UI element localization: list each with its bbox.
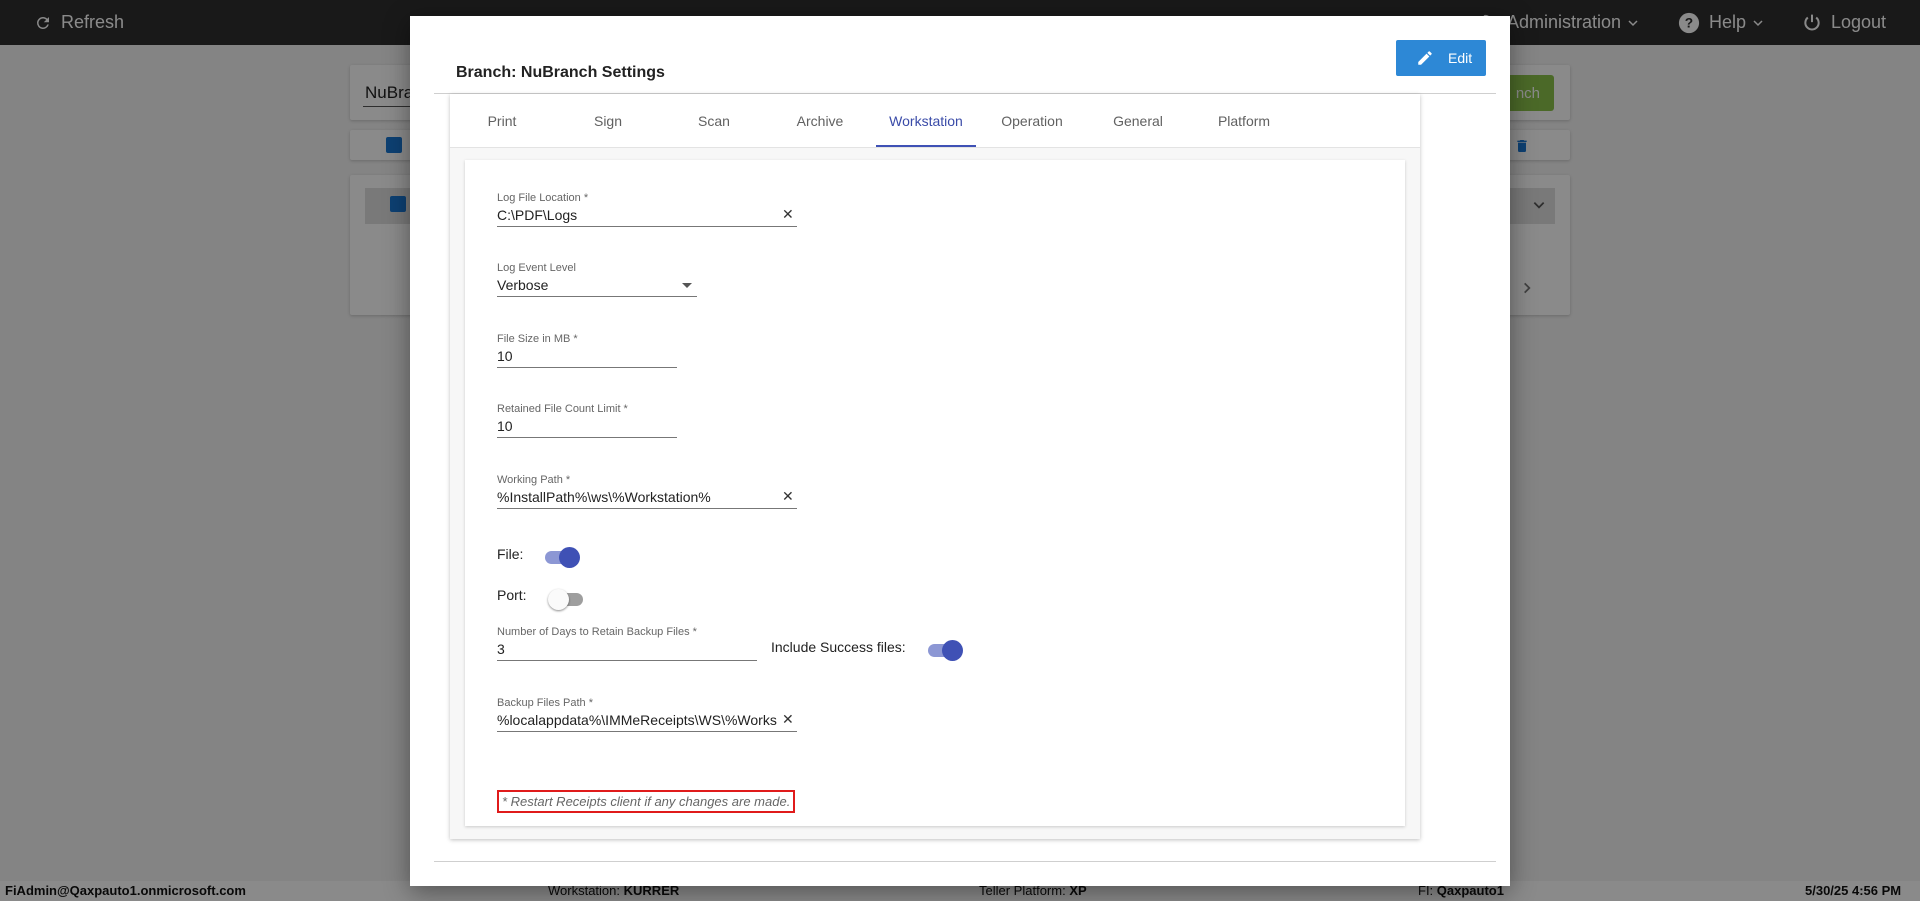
file-size-mb-field[interactable]: File Size in MB * 10 <box>497 329 677 369</box>
backup-files-path-input[interactable]: %localappdata%\IMMeReceipts\WS\%Workstat… <box>497 712 777 728</box>
active-tab-indicator <box>876 145 976 147</box>
tab-workstation[interactable]: Workstation <box>876 94 976 148</box>
toggle-knob <box>548 589 569 610</box>
file-toggle-label: File: <box>497 546 524 562</box>
file-toggle-switch[interactable] <box>544 546 580 568</box>
toggle-knob <box>559 547 580 568</box>
file-size-mb-label: File Size in MB * <box>497 333 578 345</box>
form-body: Log File Location * C:\PDF\Logs ✕ Log Ev… <box>497 160 1377 826</box>
retained-file-count-label: Retained File Count Limit * <box>497 403 628 415</box>
clear-icon[interactable]: ✕ <box>782 206 794 223</box>
tab-archive[interactable]: Archive <box>770 94 870 148</box>
working-path-input[interactable]: %InstallPath%\ws\%Workstation% <box>497 489 777 505</box>
backup-files-path-field[interactable]: Backup Files Path * %localappdata%\IMMeR… <box>497 693 797 733</box>
tab-scan[interactable]: Scan <box>664 94 764 148</box>
toggle-knob <box>942 640 963 661</box>
dialog-title: Branch: NuBranch Settings <box>456 64 665 81</box>
field-underline <box>497 508 797 509</box>
backup-days-label: Number of Days to Retain Backup Files * <box>497 626 697 638</box>
log-file-location-input[interactable]: C:\PDF\Logs <box>497 207 777 223</box>
field-underline <box>497 226 797 227</box>
include-success-toggle-switch[interactable] <box>927 639 963 661</box>
tab-platform[interactable]: Platform <box>1194 94 1294 148</box>
log-event-level-label: Log Event Level <box>497 262 576 274</box>
clear-icon[interactable]: ✕ <box>782 488 794 505</box>
tab-print[interactable]: Print <box>452 94 552 148</box>
log-file-location-label: Log File Location * <box>497 192 589 204</box>
backup-files-path-label: Backup Files Path * <box>497 697 593 709</box>
restart-warning-note: * Restart Receipts client if any changes… <box>497 790 796 813</box>
tab-operation[interactable]: Operation <box>982 94 1082 148</box>
tab-sign[interactable]: Sign <box>558 94 658 148</box>
backup-days-field[interactable]: Number of Days to Retain Backup Files * … <box>497 622 757 662</box>
file-size-mb-input[interactable]: 10 <box>497 348 667 364</box>
retained-file-count-field[interactable]: Retained File Count Limit * 10 <box>497 399 677 439</box>
edit-label: Edit <box>1448 50 1473 66</box>
field-underline <box>497 731 797 732</box>
dropdown-arrow-icon[interactable] <box>682 283 692 288</box>
working-path-label: Working Path * <box>497 474 571 486</box>
settings-card: Print Sign Scan Archive Workstation Oper… <box>450 94 1420 839</box>
retained-file-count-input[interactable]: 10 <box>497 418 667 434</box>
dialog-header: Branch: NuBranch Settings <box>434 40 1496 94</box>
port-toggle-label: Port: <box>497 587 527 603</box>
pencil-icon <box>1418 51 1432 65</box>
include-success-label: Include Success files: <box>771 639 906 655</box>
field-underline <box>497 660 757 661</box>
log-event-level-value[interactable]: Verbose <box>497 277 667 293</box>
settings-tabs: Print Sign Scan Archive Workstation Oper… <box>450 94 1420 148</box>
field-underline <box>497 367 677 368</box>
edit-button[interactable]: Edit <box>1396 40 1486 76</box>
field-underline <box>497 437 677 438</box>
working-path-field[interactable]: Working Path * %InstallPath%\ws\%Worksta… <box>497 470 797 510</box>
backup-days-input[interactable]: 3 <box>497 641 747 657</box>
log-file-location-field[interactable]: Log File Location * C:\PDF\Logs ✕ <box>497 188 797 228</box>
field-underline <box>497 296 697 297</box>
port-toggle-switch[interactable] <box>548 588 584 610</box>
log-event-level-select[interactable]: Log Event Level Verbose <box>497 258 697 298</box>
workstation-settings-form: Log File Location * C:\PDF\Logs ✕ Log Ev… <box>465 160 1405 826</box>
branch-settings-dialog: Branch: NuBranch Settings Edit Print Sig… <box>410 16 1510 886</box>
tab-general[interactable]: General <box>1088 94 1188 148</box>
clear-icon[interactable]: ✕ <box>782 711 794 728</box>
